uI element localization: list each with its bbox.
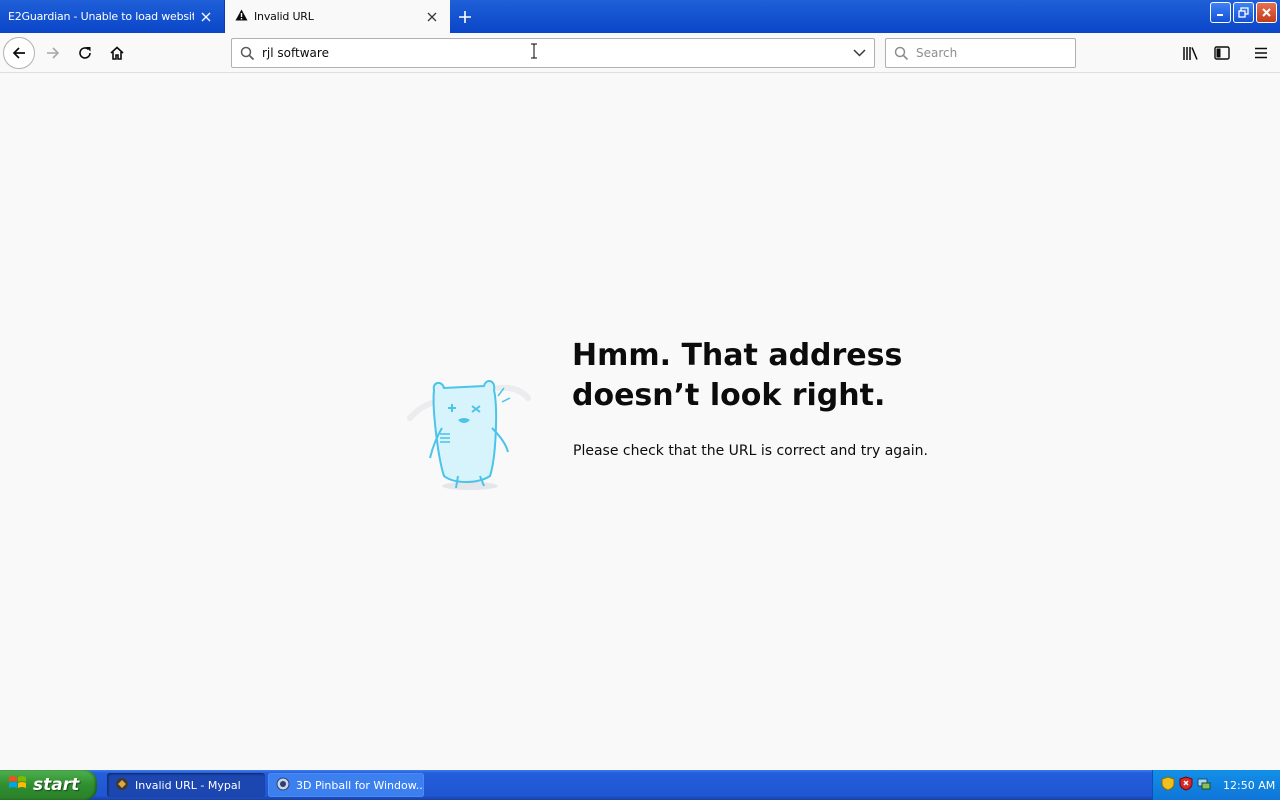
tab-invalid-url[interactable]: Invalid URL bbox=[225, 0, 450, 33]
windows-logo-icon bbox=[8, 774, 28, 796]
tab-e2guardian[interactable]: E2Guardian - Unable to load website bbox=[0, 0, 224, 33]
search-icon bbox=[886, 39, 916, 67]
sidebar-button[interactable] bbox=[1206, 37, 1238, 69]
mypal-icon bbox=[115, 777, 129, 794]
nav-bar: rjl software Search bbox=[0, 33, 1280, 73]
start-button[interactable]: start bbox=[0, 770, 97, 800]
clock: 12:50 AM bbox=[1223, 778, 1276, 792]
tab-title: Invalid URL bbox=[254, 10, 314, 23]
chevron-down-icon[interactable] bbox=[844, 39, 874, 67]
text-cursor-icon bbox=[531, 43, 537, 59]
url-bar[interactable]: rjl software bbox=[231, 38, 875, 68]
close-window-button[interactable] bbox=[1256, 2, 1277, 23]
search-input[interactable]: Search bbox=[916, 46, 957, 60]
search-bar[interactable]: Search bbox=[885, 38, 1076, 68]
taskbar-item-mypal[interactable]: Invalid URL - Mypal bbox=[107, 773, 265, 797]
error-description: Please check that the URL is correct and… bbox=[573, 443, 928, 459]
tab-title: E2Guardian - Unable to load website bbox=[8, 10, 194, 23]
error-page: Hmm. That address doesn’t look right. Pl… bbox=[0, 74, 1280, 770]
tab-close-icon[interactable] bbox=[420, 5, 444, 29]
network-icon[interactable] bbox=[1197, 776, 1211, 795]
tab-strip: E2Guardian - Unable to load website Inva… bbox=[0, 0, 1280, 33]
url-input[interactable]: rjl software bbox=[262, 46, 844, 60]
tab-close-icon[interactable] bbox=[194, 5, 218, 29]
taskbar-item-pinball[interactable]: 3D Pinball for Window... bbox=[268, 773, 424, 797]
security-shield-icon[interactable] bbox=[1161, 775, 1175, 795]
start-label: start bbox=[33, 775, 80, 795]
taskbar-item-label: Invalid URL - Mypal bbox=[135, 778, 241, 792]
reload-button[interactable] bbox=[69, 37, 101, 69]
search-icon bbox=[232, 39, 262, 67]
back-button[interactable] bbox=[3, 37, 35, 69]
restore-button[interactable] bbox=[1233, 2, 1254, 23]
security-alert-icon[interactable] bbox=[1179, 775, 1193, 795]
taskbar-item-label: 3D Pinball for Window... bbox=[296, 778, 424, 792]
pinball-icon bbox=[276, 777, 290, 794]
window-controls bbox=[1210, 2, 1280, 23]
minimize-button[interactable] bbox=[1210, 2, 1231, 23]
library-button[interactable] bbox=[1174, 37, 1206, 69]
taskbar: start Invalid URL - Mypal 3D Pinball for… bbox=[0, 770, 1280, 800]
error-illustration bbox=[398, 358, 538, 498]
warning-icon bbox=[235, 9, 248, 24]
home-button[interactable] bbox=[101, 37, 133, 69]
forward-button[interactable] bbox=[37, 37, 69, 69]
menu-button[interactable] bbox=[1245, 37, 1277, 69]
new-tab-button[interactable] bbox=[452, 4, 478, 30]
error-title: Hmm. That address doesn’t look right. bbox=[572, 338, 903, 413]
system-tray: 12:50 AM bbox=[1152, 770, 1280, 800]
